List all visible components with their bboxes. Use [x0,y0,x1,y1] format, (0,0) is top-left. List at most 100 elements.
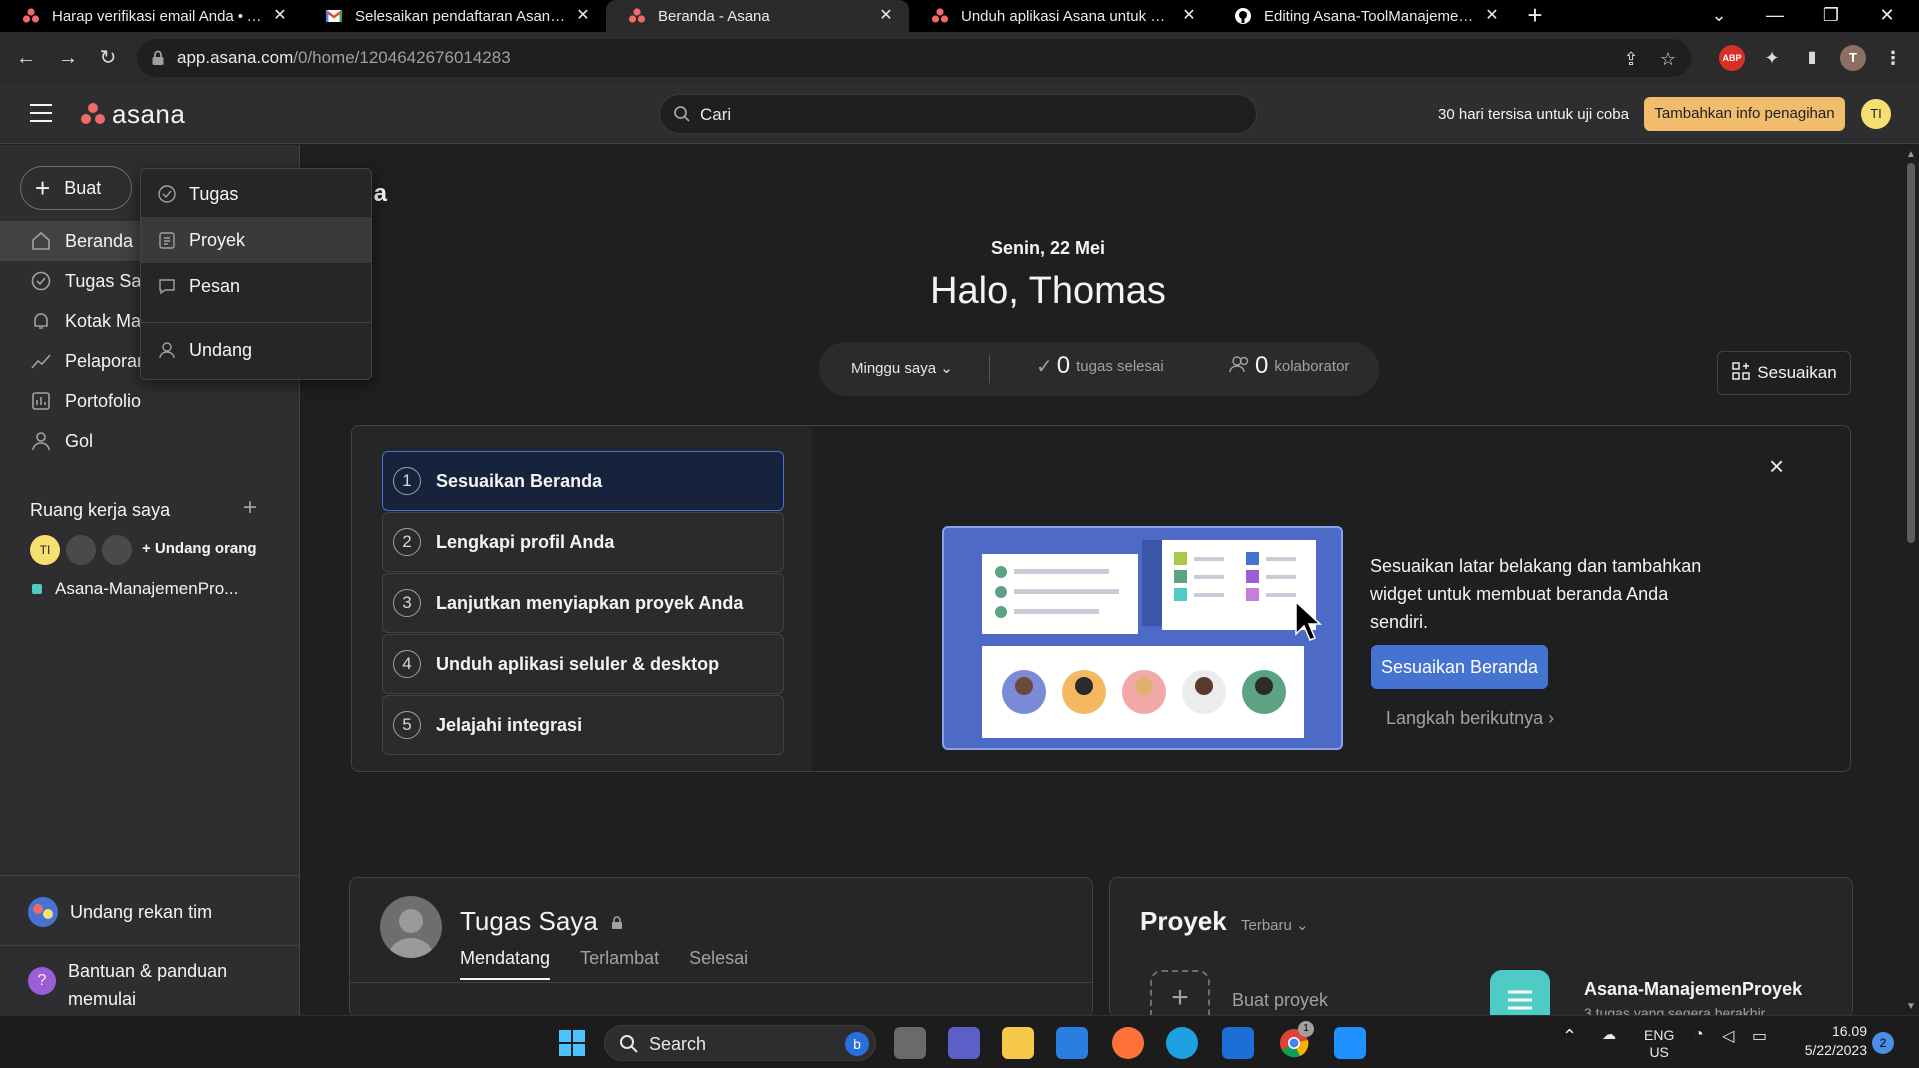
browser-tab-strip: Harap verifikasi email Anda • Asa ✕ Sele… [0,0,1919,32]
edge-icon[interactable] [1166,1027,1198,1059]
my-tasks-title-text: Tugas Saya [460,906,598,936]
asana-logo[interactable]: asana [80,99,185,129]
create-project-icon[interactable]: + [1150,970,1210,1015]
adblock-extension-icon[interactable]: ABP [1719,45,1745,71]
projects-sort-dropdown[interactable]: Terbaru ⌄ [1241,916,1309,934]
task-view-icon[interactable] [894,1027,926,1059]
wifi-icon[interactable]: ◔ [1694,1026,1704,1044]
sidebar-item-label: Portofolio [65,390,142,411]
menu-item-project[interactable]: Proyek [141,217,371,263]
browser-tab[interactable]: Editing Asana-ToolManajemenPr ✕ [1212,0,1515,32]
reload-icon[interactable]: ↻ [92,42,124,74]
sidebar-divider [0,875,300,876]
notification-badge[interactable]: 2 [1872,1032,1894,1054]
profile-avatar[interactable]: T [1840,45,1866,71]
menu-item-message[interactable]: Pesan [141,263,371,309]
volume-icon[interactable]: ◁ [1722,1026,1734,1046]
browser-tab[interactable]: Selesaikan pendaftaran Asana Ar ✕ [303,0,606,32]
teams-chat-icon[interactable] [948,1027,980,1059]
close-window-icon[interactable]: ✕ [1859,0,1915,32]
new-tab-button[interactable]: + [1515,0,1555,32]
browser-tab[interactable]: Harap verifikasi email Anda • Asa ✕ [0,0,303,32]
share-icon[interactable]: ⇪ [1620,48,1642,70]
close-tab-icon[interactable]: ✕ [1180,7,1198,25]
add-workspace-icon[interactable]: + [243,494,257,522]
system-clock[interactable]: 16.09 5/22/2023 [1789,1022,1867,1060]
tab-overdue[interactable]: Terlambat [580,948,659,980]
tab-upcoming[interactable]: Mendatang [460,948,551,980]
extensions-puzzle-icon[interactable]: ✦ [1759,45,1785,71]
close-tab-icon[interactable]: ✕ [574,7,592,25]
menu-item-invite[interactable]: Undang [141,327,371,373]
sidebar-item-goals[interactable]: Gol [0,421,300,461]
stats-bar: Minggu saya ⌄ ✓ 0 tugas selesai 0 kolabo… [819,342,1379,396]
address-bar[interactable]: app.asana.com/0/home/1204642676014283 ⇪ … [137,39,1691,77]
add-billing-button[interactable]: Tambahkan info penagihan [1644,97,1845,131]
stats-divider [989,355,990,383]
menu-item-label: Pesan [189,275,241,296]
tab-completed[interactable]: Selesai [689,948,748,980]
tab-search-icon[interactable]: ⌄ [1691,0,1747,32]
onboarding-step[interactable]: 4 Unduh aplikasi seluler & desktop [382,634,784,694]
battery-icon[interactable]: ▭ [1752,1026,1767,1046]
page-scrollbar[interactable]: ▲ ▼ [1903,145,1919,1015]
asana-icon [22,7,40,25]
widgets-icon [1731,361,1751,386]
browser-menu-icon[interactable]: ⋮ [1880,45,1906,71]
firefox-icon[interactable] [1112,1027,1144,1059]
create-button[interactable]: + Buat [20,166,132,210]
windows-start-icon[interactable] [556,1027,588,1059]
scroll-up-icon[interactable]: ▲ [1906,149,1916,160]
list-icon[interactable] [1490,970,1550,1015]
member-avatar-placeholder [66,535,96,565]
tasks-done-count: 0 [1056,352,1071,379]
sidebar-toggle-icon[interactable] [30,104,52,122]
file-explorer-icon[interactable] [1002,1027,1034,1059]
onboarding-step[interactable]: 2 Lengkapi profil Anda [382,512,784,572]
restore-icon[interactable]: ❐ [1803,0,1859,32]
onboarding-step[interactable]: 3 Lanjutkan menyiapkan proyek Anda [382,573,784,633]
taskbar-search[interactable]: Search b [604,1025,876,1061]
project-name[interactable]: Asana-ManajemenProyek [1584,979,1802,1000]
customize-button[interactable]: Sesuaikan [1717,351,1851,395]
cloud-icon[interactable]: ☁ [1602,1026,1616,1043]
customize-home-button[interactable]: Sesuaikan Beranda [1371,645,1548,689]
next-step-link[interactable]: Langkah berikutnya › [1386,708,1554,729]
scroll-down-icon[interactable]: ▼ [1906,1001,1916,1012]
close-tab-icon[interactable]: ✕ [271,7,289,25]
close-icon[interactable]: × [1769,453,1789,479]
sidebar-project-item[interactable]: Asana-ManajemenPro... [32,579,238,599]
tabs-divider [350,982,1092,983]
browser-tab[interactable]: Unduh aplikasi Asana untuk Selul ✕ [909,0,1212,32]
chrome-icon[interactable]: 1 [1278,1021,1314,1059]
my-tasks-title[interactable]: Tugas Saya [460,906,623,937]
mail-icon[interactable] [1056,1027,1088,1059]
workspace-title[interactable]: Ruang kerja saya [30,500,170,521]
close-tab-icon[interactable]: ✕ [877,7,895,25]
invite-teammates-button[interactable]: Undang rekan tim [28,897,212,927]
back-icon[interactable]: ← [10,42,42,74]
create-project-label[interactable]: Buat proyek [1232,990,1328,1011]
invite-people-button[interactable]: + Undang orang [142,540,257,557]
onboarding-step[interactable]: 1 Sesuaikan Beranda [382,451,784,511]
menu-item-task[interactable]: Tugas [141,171,371,217]
scrollbar-thumb[interactable] [1907,163,1915,543]
forward-icon[interactable]: → [52,42,84,74]
minimize-icon[interactable]: — [1747,0,1803,32]
sidebar-item-portfolio[interactable]: Portofolio [0,381,300,421]
microsoft-store-icon[interactable] [1222,1027,1254,1059]
member-avatar[interactable]: TI [30,535,60,565]
language-indicator[interactable]: ENG US [1644,1027,1674,1061]
user-avatar[interactable]: TI [1861,99,1891,129]
tray-overflow-icon[interactable]: ⌃ [1562,1026,1577,1047]
browser-tab-active[interactable]: Beranda - Asana ✕ [606,0,909,32]
period-dropdown[interactable]: Minggu saya ⌄ [851,359,953,377]
close-tab-icon[interactable]: ✕ [1483,7,1501,25]
help-button[interactable]: ? Bantuan & panduan memulai [28,957,227,1013]
side-panel-icon[interactable]: ▮ [1799,45,1825,71]
photo-app-icon[interactable] [1334,1027,1366,1059]
onboarding-step[interactable]: 5 Jelajahi integrasi [382,695,784,755]
bookmark-star-icon[interactable]: ☆ [1657,48,1679,70]
user-avatar-placeholder [380,896,442,958]
search-input[interactable]: Cari [659,94,1257,134]
